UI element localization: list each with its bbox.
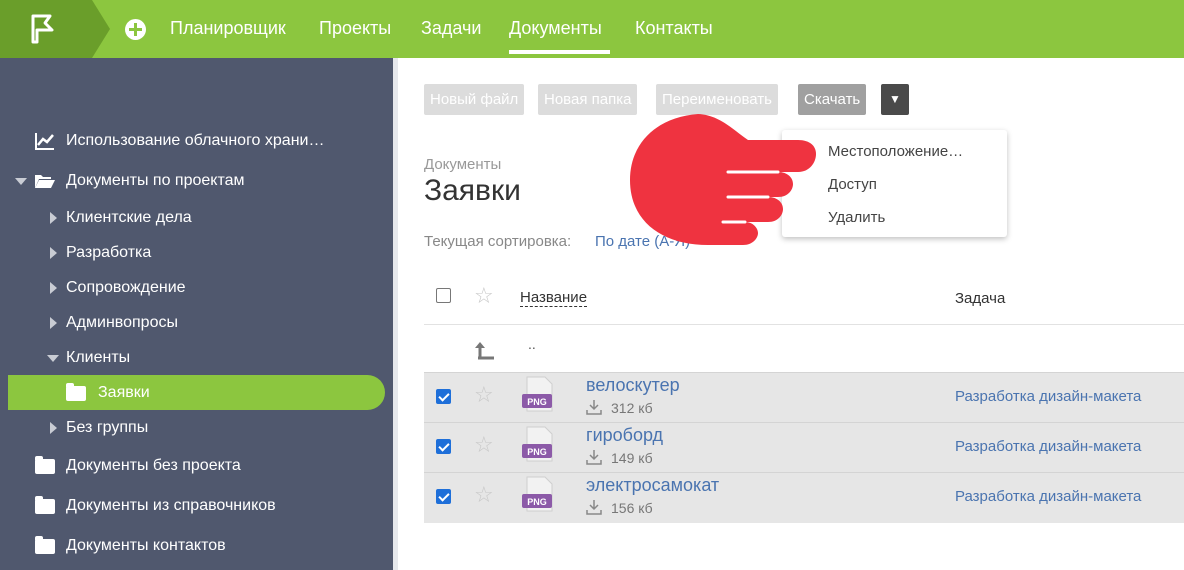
sidebar-item-label: Сопровождение xyxy=(66,279,186,296)
sidebar-item-label: Разработка xyxy=(66,244,152,261)
sidebar-item-docs-contacts[interactable]: Документы контактов xyxy=(0,531,393,561)
breadcrumb[interactable]: Документы xyxy=(424,156,501,173)
parent-folder-link[interactable]: .. xyxy=(528,336,536,352)
sidebar-item-development[interactable]: Разработка xyxy=(0,238,393,268)
sidebar-item-docs-no-project[interactable]: Документы без проекта xyxy=(0,451,393,481)
star-icon[interactable]: ☆ xyxy=(474,285,494,307)
chevron-down-icon[interactable] xyxy=(15,178,27,185)
nav-documents[interactable]: Документы xyxy=(509,18,602,39)
logo-arrow xyxy=(92,0,110,58)
task-link[interactable]: Разработка дизайн-макета xyxy=(955,388,1141,405)
sidebar-item-label: Клиентские дела xyxy=(66,209,192,226)
nav-planner[interactable]: Планировщик xyxy=(170,18,286,39)
nav-contacts[interactable]: Контакты xyxy=(635,18,713,39)
row-checkbox[interactable] xyxy=(436,439,451,454)
menu-item-location[interactable]: Местоположение… xyxy=(828,143,963,160)
chevron-right-icon[interactable] xyxy=(50,422,57,434)
sidebar-item-label: Документы без проекта xyxy=(66,457,241,474)
chevron-right-icon[interactable] xyxy=(50,212,57,224)
sidebar-item-label: Документы по проектам xyxy=(66,172,245,189)
select-all-checkbox[interactable] xyxy=(436,288,451,303)
row-checkbox[interactable] xyxy=(436,489,451,504)
download-icon[interactable] xyxy=(586,449,602,465)
more-actions-button[interactable]: ▼ xyxy=(881,84,909,115)
sidebar-item-label: Клиенты xyxy=(66,349,131,366)
png-file-icon: PNG xyxy=(522,376,553,412)
header-divider xyxy=(424,324,1184,325)
folder-icon xyxy=(35,536,55,554)
download-icon[interactable] xyxy=(586,499,602,515)
download-icon[interactable] xyxy=(586,399,602,415)
file-name-link[interactable]: электросамокат xyxy=(586,475,719,496)
chart-icon xyxy=(35,133,54,150)
file-size: 156 кб xyxy=(611,500,653,516)
sidebar-item-label: Документы контактов xyxy=(66,537,226,554)
new-file-button[interactable]: Новый файл xyxy=(424,84,525,115)
column-header-name[interactable]: Название xyxy=(520,289,588,307)
download-button[interactable]: Скачать xyxy=(798,84,867,115)
sidebar-item-admin[interactable]: Админвопросы xyxy=(0,308,393,338)
arrow-up-level-icon[interactable] xyxy=(474,340,496,360)
file-size: 312 кб xyxy=(611,400,653,416)
file-type-label: PNG xyxy=(527,447,547,457)
sort-label: Текущая сортировка: xyxy=(424,233,572,250)
sidebar-item-storage-usage[interactable]: Использование облачного храни… xyxy=(0,126,393,156)
sidebar-item-no-group[interactable]: Без группы xyxy=(0,413,393,443)
chevron-down-icon[interactable] xyxy=(47,355,59,362)
task-link[interactable]: Разработка дизайн-макета xyxy=(955,438,1141,455)
rename-button[interactable]: Переименовать xyxy=(656,84,778,115)
star-icon[interactable]: ☆ xyxy=(474,434,494,456)
star-icon[interactable]: ☆ xyxy=(474,384,494,406)
star-icon[interactable]: ☆ xyxy=(474,484,494,506)
folder-icon xyxy=(66,383,86,401)
file-type-label: PNG xyxy=(527,497,547,507)
folder-icon xyxy=(35,456,55,474)
sidebar-item-project-docs[interactable]: Документы по проектам xyxy=(0,166,393,196)
sidebar-item-label: Заявки xyxy=(98,384,150,401)
sidebar-item-label: Документы из справочников xyxy=(66,497,276,514)
chevron-right-icon[interactable] xyxy=(50,282,57,294)
nav-active-indicator xyxy=(509,50,610,54)
png-file-icon: PNG xyxy=(522,426,553,462)
menu-item-access[interactable]: Доступ xyxy=(828,176,877,193)
row-divider xyxy=(424,472,1184,473)
chevron-right-icon[interactable] xyxy=(50,247,57,259)
sidebar-item-docs-references[interactable]: Документы из справочников xyxy=(0,491,393,521)
flag-logo-icon[interactable] xyxy=(30,14,56,44)
png-file-icon: PNG xyxy=(522,476,553,512)
task-link[interactable]: Разработка дизайн-макета xyxy=(955,488,1141,505)
folder-icon xyxy=(35,496,55,514)
sidebar-item-client-cases[interactable]: Клиентские дела xyxy=(0,203,393,233)
sidebar-item-label: Использование облачного храни… xyxy=(66,132,325,149)
sidebar-divider xyxy=(393,58,398,570)
file-size: 149 кб xyxy=(611,450,653,466)
row-divider xyxy=(424,372,1184,373)
nav-projects[interactable]: Проекты xyxy=(319,18,391,39)
nav-tasks[interactable]: Задачи xyxy=(421,18,481,39)
sidebar-item-label: Без группы xyxy=(66,419,149,436)
sidebar-item-label: Админвопросы xyxy=(66,314,178,331)
column-header-task: Задача xyxy=(955,290,1006,307)
open-folder-icon xyxy=(35,175,55,188)
row-checkbox[interactable] xyxy=(436,389,451,404)
new-folder-button[interactable]: Новая папка xyxy=(538,84,638,115)
chevron-right-icon[interactable] xyxy=(50,317,57,329)
file-type-label: PNG xyxy=(527,397,547,407)
pointing-hand-icon xyxy=(630,114,816,245)
page-title: Заявки xyxy=(424,174,521,207)
file-name-link[interactable]: велоскутер xyxy=(586,375,680,396)
menu-item-delete[interactable]: Удалить xyxy=(828,209,885,226)
sidebar-item-clients[interactable]: Клиенты xyxy=(0,343,393,373)
sidebar-item-requests[interactable]: Заявки xyxy=(0,378,393,408)
sidebar-item-support[interactable]: Сопровождение xyxy=(0,273,393,303)
plus-circle-icon[interactable] xyxy=(125,19,146,40)
file-name-link[interactable]: гироборд xyxy=(586,425,663,446)
row-divider xyxy=(424,422,1184,423)
